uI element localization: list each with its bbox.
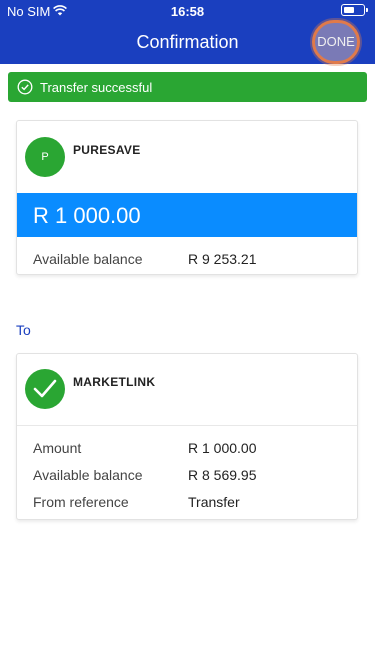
done-button[interactable]: DONE bbox=[312, 20, 360, 64]
transfer-amount: R 1 000.00 bbox=[33, 203, 141, 228]
avatar: P bbox=[25, 137, 65, 177]
row-value: R 9 253.21 bbox=[188, 251, 257, 267]
status-bar: No SIM 16:58 bbox=[0, 0, 375, 22]
row-value: R 1 000.00 bbox=[188, 440, 257, 456]
battery-icon bbox=[341, 4, 368, 16]
status-time: 16:58 bbox=[170, 4, 205, 19]
check-circle-icon bbox=[17, 79, 33, 95]
row-value: Transfer bbox=[188, 494, 240, 510]
row-label: Available balance bbox=[33, 251, 143, 267]
toast-message: Transfer successful bbox=[40, 80, 153, 95]
row-label: From reference bbox=[33, 494, 129, 510]
to-account-card: MARKETLINK Amount R 1 000.00 Available b… bbox=[16, 353, 358, 520]
to-account-name: MARKETLINK bbox=[73, 375, 156, 389]
row-label: Amount bbox=[33, 440, 82, 456]
top-bar: No SIM 16:58 Confirmation DONE bbox=[0, 0, 375, 64]
success-toast: Transfer successful bbox=[8, 72, 367, 102]
transfer-amount-bar: R 1 000.00 bbox=[17, 193, 357, 237]
divider bbox=[17, 425, 357, 426]
to-section-label: To bbox=[16, 322, 31, 338]
row-label: Available balance bbox=[33, 467, 143, 483]
from-account-name: PURESAVE bbox=[73, 143, 141, 157]
checkmark-icon bbox=[25, 369, 65, 409]
from-account-card: P PURESAVE R 1 000.00 Available balance … bbox=[16, 120, 358, 275]
row-value: R 8 569.95 bbox=[188, 467, 257, 483]
